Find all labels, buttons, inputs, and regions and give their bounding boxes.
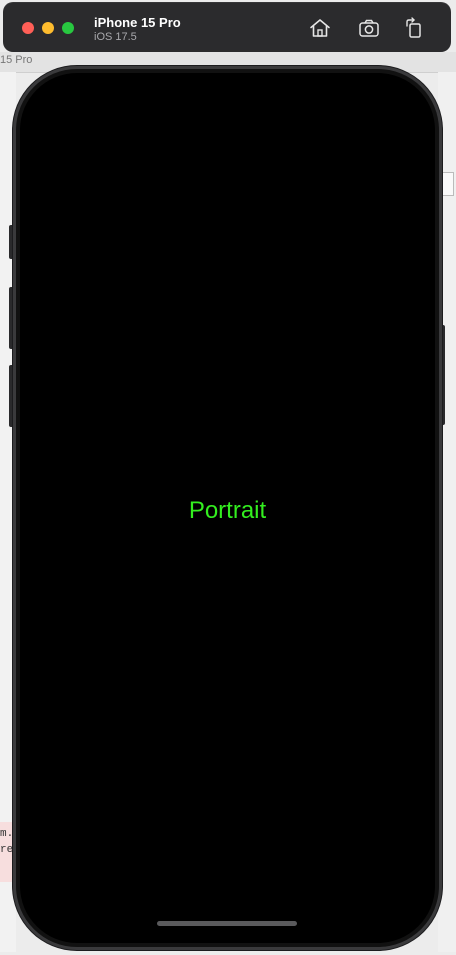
console-line: m. [0,828,14,840]
device-name: iPhone 15 Pro [94,15,181,30]
close-button[interactable] [22,22,34,34]
zoom-button[interactable] [62,22,74,34]
home-button[interactable] [307,16,333,40]
os-version: iOS 17.5 [94,31,137,43]
screenshot-button[interactable] [356,16,382,40]
background-device-label: 15 Pro [0,54,33,66]
orientation-label: Portrait [188,497,267,524]
camera-icon [359,19,379,37]
rotate-icon [406,17,421,38]
simulator-titlebar: iPhone 15 Pro iOS 17.5 [3,2,451,52]
console-line: re [0,844,14,856]
device-screen[interactable]: Portrait [20,73,435,943]
background-console-text: m. re [0,826,13,858]
rotate-button[interactable] [401,16,427,40]
minimize-button[interactable] [42,22,54,34]
home-icon [310,19,330,37]
home-indicator[interactable] [157,921,297,926]
